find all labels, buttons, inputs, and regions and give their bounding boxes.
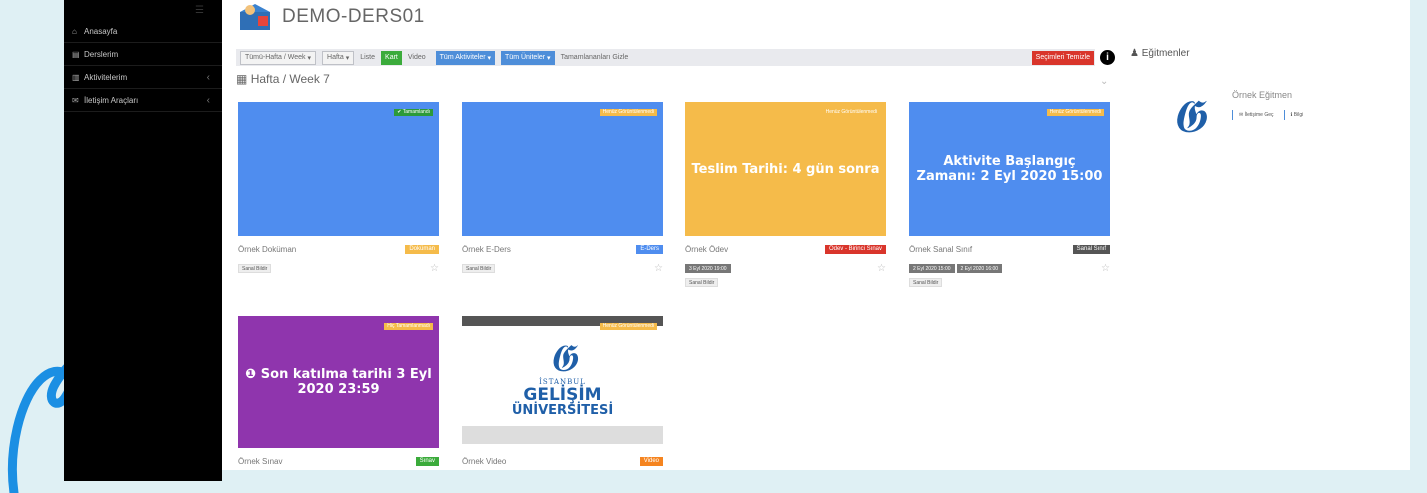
university-logo: 𝕲 İSTANBUL GELİŞİM ÜNİVERSİTESİ <box>511 336 614 418</box>
sidebar-item-3[interactable]: ✉ İletişim Araçları ‹ <box>64 89 222 112</box>
card-name[interactable]: Örnek Doküman <box>238 245 296 254</box>
date-chip: 2 Eyl 2020 16:00 <box>956 264 1003 273</box>
date-chip: 3 Eyl 2020 19:00 <box>685 264 731 273</box>
user-icon: ♟ <box>1130 48 1139 59</box>
view-list-button[interactable]: Liste <box>356 51 379 65</box>
card-name[interactable]: Örnek E-Ders <box>462 245 511 254</box>
status-badge: Henüz Görüntülenmedi <box>599 323 657 330</box>
card-thumbnail: Teslim Tarihi: 4 gün sonra Henüz Görüntü… <box>685 102 886 236</box>
star-icon[interactable]: ☆ <box>877 263 886 274</box>
instructors-title: Eğitmenler <box>1141 48 1190 59</box>
info-icon[interactable]: i <box>1100 50 1115 65</box>
view-card-button[interactable]: Kart <box>381 50 402 65</box>
status-badge: Henüz Görüntülenmedi <box>1046 109 1104 116</box>
card-name[interactable]: Örnek Ödev <box>685 245 728 254</box>
course-logo-icon <box>234 2 278 32</box>
sidebar-toggle[interactable]: ☰ <box>64 0 222 20</box>
card-thumbnail: ✔ Tamamlandı <box>238 102 439 236</box>
chart-icon: ▥ <box>72 72 80 82</box>
card-name[interactable]: Örnek Sanal Sınıf <box>909 245 972 254</box>
instructor-name: Örnek Eğitmen <box>1232 90 1293 100</box>
status-badge: Hiç Tamamlanmadı <box>384 323 433 330</box>
report-chip[interactable]: Sanal Bildir <box>909 278 943 287</box>
sidebar-item-label: Aktivitelerim <box>84 72 128 82</box>
sidebar-item-label: Derslerim <box>84 49 119 59</box>
type-badge: Sanal Sınıf <box>1072 245 1110 254</box>
instructors-panel: ♟ Eğitmenler <box>1130 48 1410 59</box>
report-chip[interactable]: Sanal Bildir <box>238 264 272 273</box>
sidebar: ☰ ⌂ Anasayfa ▤ Derslerim ▥ Aktivitelerim ‹ ✉ İle… <box>64 0 222 481</box>
card-thumbnail: Henüz Görüntülenmedi <box>462 102 663 236</box>
activity-card-video[interactable]: Henüz Görüntülenmedi 𝕲 İSTANBUL GELİŞİM … <box>462 316 663 467</box>
book-icon: ▤ <box>72 49 80 59</box>
sidebar-item-label: Anasayfa <box>84 26 118 36</box>
sidebar-item-1[interactable]: ▤ Derslerim <box>64 43 222 66</box>
collapse-chevron-icon[interactable]: ⌄ <box>1100 76 1108 87</box>
activity-card-document[interactable]: ✔ Tamamlandı Örnek Doküman Doküman Sanal… <box>238 102 439 274</box>
deadline-text: ❶ Son katılma tarihi 3 Eyl 2020 23:59 <box>245 367 432 397</box>
sidebar-item-0[interactable]: ⌂ Anasayfa <box>64 20 222 43</box>
card-thumbnail: ❶ Son katılma tarihi 3 Eyl 2020 23:59 Hi… <box>238 316 439 448</box>
chevron-left-icon: ‹ <box>206 94 210 106</box>
calendar-icon: ▦ <box>236 72 248 86</box>
due-text: Teslim Tarihi: 4 gün sonra <box>691 161 880 177</box>
contact-button[interactable]: ✉ İletişime Geç <box>1232 110 1280 120</box>
type-badge: Ödev - Birinci Sınav <box>824 245 886 254</box>
activity-card-assignment[interactable]: Teslim Tarihi: 4 gün sonra Henüz Görüntü… <box>685 102 886 287</box>
week-select[interactable]: Tümü-Hafta / Week ▾ <box>240 50 317 65</box>
all-activities-dropdown[interactable]: Tüm Aktiviteler ▾ <box>435 50 496 65</box>
hide-completed-toggle[interactable]: Tamamlananları Gizle <box>557 51 633 65</box>
home-icon: ⌂ <box>72 26 77 36</box>
week-heading: ▦ Hafta / Week 7 <box>236 72 330 86</box>
star-icon[interactable]: ☆ <box>430 263 439 274</box>
menu-icon: ☰ <box>195 4 204 16</box>
report-chip[interactable]: Sanal Bildir <box>685 278 719 287</box>
card-thumbnail: Aktivite Başlangıç Zamanı: 2 Eyl 2020 15… <box>909 102 1110 236</box>
card-name[interactable]: Örnek Video <box>462 457 506 466</box>
mail-icon: ✉ <box>72 95 79 105</box>
status-badge: Henüz Görüntülenmedi <box>822 109 880 116</box>
activity-card-virtual-class[interactable]: Aktivite Başlangıç Zamanı: 2 Eyl 2020 15… <box>909 102 1110 287</box>
page-title: DEMO-DERS01 <box>282 6 425 27</box>
sidebar-item-2[interactable]: ▥ Aktivitelerim ‹ <box>64 66 222 89</box>
star-icon[interactable]: ☆ <box>1101 263 1110 274</box>
start-time-text: Aktivite Başlangıç Zamanı: 2 Eyl 2020 15… <box>916 154 1103 184</box>
week-select-2[interactable]: Hafta ▾ <box>322 50 355 65</box>
type-badge: Sınav <box>415 457 439 466</box>
view-video-button[interactable]: Video <box>404 51 430 65</box>
status-badge: Henüz Görüntülenmedi <box>599 109 657 116</box>
page-header: DEMO-DERS01 <box>234 2 425 32</box>
chevron-left-icon: ‹ <box>206 71 210 83</box>
report-chip[interactable]: Sanal Bildir <box>462 264 496 273</box>
card-thumbnail: Henüz Görüntülenmedi 𝕲 İSTANBUL GELİŞİM … <box>462 316 663 448</box>
status-badge: ✔ Tamamlandı <box>394 109 433 116</box>
date-chip: 2 Eyl 2020 15:00 <box>909 264 955 273</box>
clear-selection-button[interactable]: Seçimleri Temizle <box>1031 50 1094 65</box>
star-icon[interactable]: ☆ <box>654 263 663 274</box>
activity-card-elesson[interactable]: Henüz Görüntülenmedi Örnek E-Ders E-Ders… <box>462 102 663 274</box>
type-badge: Video <box>639 457 663 466</box>
filter-toolbar: Tümü-Hafta / Week ▾ Hafta ▾ Liste Kart V… <box>236 49 1115 66</box>
info-button[interactable]: ℹ Bilgi <box>1283 110 1310 120</box>
type-badge: Doküman <box>405 245 439 254</box>
instructor-avatar: 𝕲 <box>1170 89 1206 143</box>
sidebar-item-label: İletişim Araçları <box>84 95 139 105</box>
main-panel: DEMO-DERS01 Tümü-Hafta / Week ▾ Hafta ▾ … <box>222 0 1410 470</box>
card-name[interactable]: Örnek Sınav <box>238 457 282 466</box>
all-units-dropdown[interactable]: Tüm Üniteler ▾ <box>501 50 555 65</box>
type-badge: E-Ders <box>636 245 663 254</box>
activity-card-exam[interactable]: ❶ Son katılma tarihi 3 Eyl 2020 23:59 Hi… <box>238 316 439 467</box>
